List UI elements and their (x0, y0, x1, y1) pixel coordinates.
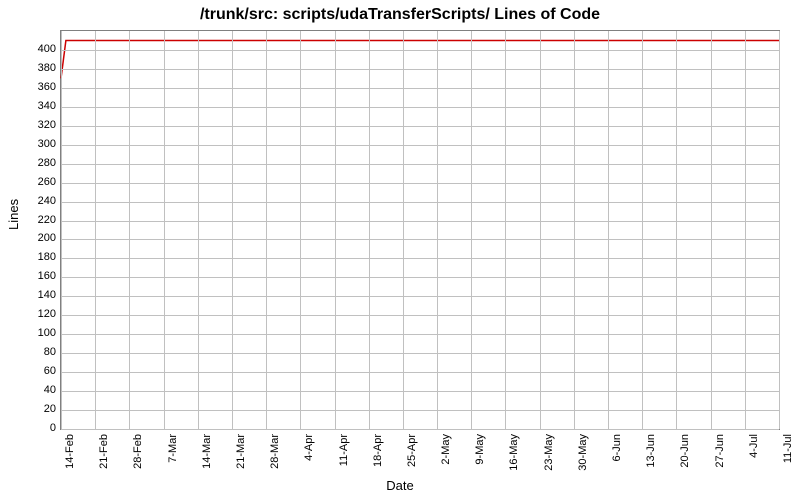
loc-line-chart: /trunk/src: scripts/udaTransferScripts/ … (0, 0, 800, 500)
y-tick-label: 120 (16, 308, 56, 320)
gridline-h (61, 50, 779, 51)
y-tick-label: 260 (16, 176, 56, 188)
series-line (61, 40, 779, 78)
gridline-v (129, 31, 130, 429)
y-tick-label: 60 (16, 365, 56, 377)
gridline-v (505, 31, 506, 429)
gridline-v (266, 31, 267, 429)
gridline-h (61, 239, 779, 240)
x-tick-label: 16-May (508, 434, 520, 471)
y-tick-label: 380 (16, 62, 56, 74)
x-tick-label: 7-Mar (167, 434, 179, 463)
y-tick-label: 280 (16, 157, 56, 169)
plot-area (60, 30, 780, 430)
x-tick-label: 28-Feb (132, 434, 144, 469)
y-tick-label: 320 (16, 119, 56, 131)
gridline-h (61, 258, 779, 259)
y-tick-label: 360 (16, 81, 56, 93)
y-tick-label: 180 (16, 251, 56, 263)
gridline-h (61, 410, 779, 411)
y-tick-label: 220 (16, 214, 56, 226)
gridline-h (61, 315, 779, 316)
x-tick-label: 25-Apr (406, 434, 418, 467)
x-tick-label: 21-Feb (98, 434, 110, 469)
gridline-v (711, 31, 712, 429)
y-tick-label: 300 (16, 138, 56, 150)
gridline-v (403, 31, 404, 429)
gridline-h (61, 202, 779, 203)
gridline-v (300, 31, 301, 429)
x-tick-label: 20-Jun (679, 434, 691, 468)
y-tick-label: 240 (16, 195, 56, 207)
y-tick-label: 80 (16, 346, 56, 358)
y-tick-label: 20 (16, 403, 56, 415)
y-tick-label: 40 (16, 384, 56, 396)
gridline-v (642, 31, 643, 429)
gridline-v (676, 31, 677, 429)
y-tick-label: 0 (16, 422, 56, 434)
gridline-h (61, 296, 779, 297)
x-tick-label: 13-Jun (645, 434, 657, 468)
x-tick-label: 18-Apr (372, 434, 384, 467)
y-tick-label: 100 (16, 327, 56, 339)
x-tick-label: 23-May (543, 434, 555, 471)
gridline-v (335, 31, 336, 429)
x-tick-label: 9-May (474, 434, 486, 465)
gridline-v (232, 31, 233, 429)
gridline-v (779, 31, 780, 429)
gridline-h (61, 126, 779, 127)
gridline-h (61, 277, 779, 278)
gridline-v (198, 31, 199, 429)
gridline-v (369, 31, 370, 429)
gridline-h (61, 107, 779, 108)
gridline-h (61, 183, 779, 184)
gridline-v (437, 31, 438, 429)
gridline-v (745, 31, 746, 429)
x-tick-label: 27-Jun (714, 434, 726, 468)
gridline-h (61, 353, 779, 354)
gridline-h (61, 221, 779, 222)
gridline-h (61, 372, 779, 373)
y-tick-label: 160 (16, 270, 56, 282)
gridline-v (164, 31, 165, 429)
gridline-h (61, 69, 779, 70)
x-tick-label: 28-Mar (269, 434, 281, 469)
gridline-v (574, 31, 575, 429)
x-tick-label: 11-Jul (782, 434, 794, 463)
x-axis-label: Date (0, 478, 800, 493)
y-tick-label: 400 (16, 43, 56, 55)
y-tick-label: 140 (16, 289, 56, 301)
gridline-v (95, 31, 96, 429)
x-tick-label: 11-Apr (338, 434, 350, 466)
chart-title: /trunk/src: scripts/udaTransferScripts/ … (0, 6, 800, 24)
x-tick-label: 14-Feb (64, 434, 76, 469)
y-tick-label: 340 (16, 100, 56, 112)
gridline-v (61, 31, 62, 429)
gridline-h (61, 164, 779, 165)
x-tick-label: 2-May (440, 434, 452, 465)
gridline-v (471, 31, 472, 429)
gridline-h (61, 145, 779, 146)
gridline-h (61, 88, 779, 89)
x-tick-label: 4-Jul (748, 434, 760, 458)
y-tick-label: 200 (16, 232, 56, 244)
x-tick-label: 4-Apr (303, 434, 315, 461)
x-tick-label: 21-Mar (235, 434, 247, 469)
gridline-h (61, 391, 779, 392)
line-layer (61, 31, 779, 429)
x-tick-label: 14-Mar (201, 434, 213, 469)
x-tick-label: 30-May (577, 434, 589, 471)
x-tick-label: 6-Jun (611, 434, 623, 462)
gridline-h (61, 429, 779, 430)
gridline-v (540, 31, 541, 429)
gridline-v (608, 31, 609, 429)
gridline-h (61, 334, 779, 335)
